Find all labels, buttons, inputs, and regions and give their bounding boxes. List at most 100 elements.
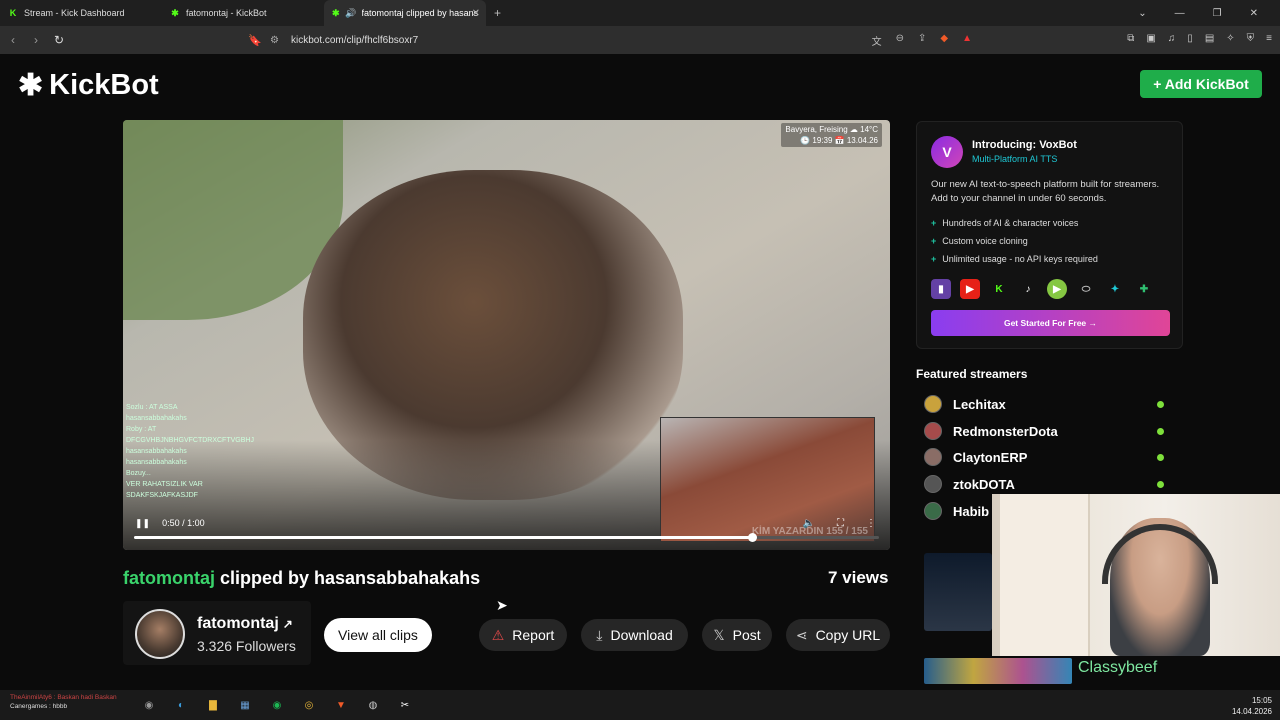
plus-icon: + xyxy=(931,218,937,228)
kick-icon: K xyxy=(995,283,1003,295)
reload-icon[interactable]: ↻ xyxy=(49,33,69,47)
tab-title: fatomontaj - KickBot xyxy=(186,8,267,18)
screenshot-icon[interactable]: ▣ xyxy=(1146,33,1155,44)
kick-favicon-icon: K xyxy=(9,8,17,18)
system-clock[interactable]: 15:05 14.04.2026 xyxy=(1232,695,1272,717)
avatar xyxy=(924,502,942,520)
voxbot-logo-icon: V xyxy=(931,136,963,168)
spotify-icon[interactable]: ◉ xyxy=(268,697,286,713)
share-nodes-icon: ⋖ xyxy=(795,626,808,643)
chrome-color-icon[interactable]: ◎ xyxy=(300,697,318,713)
zoom-icon[interactable]: ⊖ xyxy=(896,33,904,48)
wallet-icon[interactable]: ▤ xyxy=(1205,33,1214,44)
site-info-icon[interactable]: ⚙ xyxy=(270,35,279,46)
get-started-button[interactable]: Get Started For Free → xyxy=(931,310,1170,336)
volume-icon[interactable]: 🔈 xyxy=(803,518,815,529)
new-tab-button[interactable]: + xyxy=(486,6,509,20)
translate-icon[interactable]: 文 xyxy=(872,33,882,48)
featured-streamer[interactable]: ztokDOTA xyxy=(924,474,1164,494)
kickbot-favicon-icon: ✱ xyxy=(171,7,179,18)
headset-icon xyxy=(1102,524,1218,584)
webcam-name-label: Classybeef xyxy=(1078,659,1158,676)
streamer-name: Habib xyxy=(953,503,990,519)
weather-overlay: Bavyera, Freising ☁ 14°C 🕒 19:39 📅 13.04… xyxy=(781,123,882,147)
folder-icon[interactable]: ▇ xyxy=(204,697,222,713)
extensions-icon[interactable]: ⧉ xyxy=(1127,33,1134,44)
mouse-cursor-icon: ➤ xyxy=(496,597,508,613)
progress-bar[interactable] xyxy=(134,533,879,542)
report-button[interactable]: ⚠ Report xyxy=(479,619,567,651)
featured-streamer[interactable]: ClaytonERP xyxy=(924,447,1164,467)
capcut-icon[interactable]: ✂ xyxy=(396,697,414,713)
progress-fill xyxy=(134,536,753,539)
clip-title: fatomontaj clipped by hasansabbahakahs xyxy=(123,568,480,589)
promo-feature: + Unlimited usage - no API keys required xyxy=(931,254,1098,264)
forward-icon[interactable]: › xyxy=(26,33,46,47)
followers-count: 3.326 Followers xyxy=(197,638,296,654)
bookmark-icon[interactable]: 🔖 xyxy=(248,34,262,47)
extension-icons: ⧉ ▣ ♫ ▯ ▤ ✧ ⛨ ≡ xyxy=(1127,33,1272,44)
chat-line: Roby : AT xyxy=(126,426,157,433)
share-icon[interactable]: ⇪ xyxy=(918,33,926,48)
add-kickbot-button[interactable]: + Add KickBot xyxy=(1140,70,1262,98)
clock-date: 14.04.2026 xyxy=(1231,707,1272,716)
video-player[interactable]: Bavyera, Freising ☁ 14°C 🕒 19:39 📅 13.04… xyxy=(123,120,890,550)
menu-icon[interactable]: ≡ xyxy=(1266,33,1272,44)
edge-icon[interactable]: ◐ xyxy=(172,697,190,713)
app-icon[interactable]: ▦ xyxy=(236,697,254,713)
webcam-overlay xyxy=(992,494,1280,656)
tab-clip[interactable]: ✱ 🔊 fatomontaj clipped by hasansabbahaka… xyxy=(324,0,486,26)
kickbot-logo[interactable]: ✱ KickBot xyxy=(18,68,159,103)
music-icon[interactable]: ♫ xyxy=(1168,33,1176,44)
external-link-icon[interactable]: ↗ xyxy=(283,617,293,631)
minimize-icon[interactable]: — xyxy=(1175,8,1185,19)
channel-name[interactable]: fatomontaj ↗ xyxy=(197,615,293,633)
copy-url-button[interactable]: ⋖ Copy URL xyxy=(786,619,890,651)
avatar[interactable] xyxy=(135,609,185,659)
brave-shield-icon[interactable]: ◆ xyxy=(940,33,948,48)
avatar xyxy=(924,422,942,440)
avatar xyxy=(924,448,942,466)
close-icon[interactable]: ✕ xyxy=(472,8,480,19)
leo-icon[interactable]: ✧ xyxy=(1226,33,1234,44)
vpn-icon[interactable]: ⛨ xyxy=(1247,33,1255,44)
back-icon[interactable]: ‹ xyxy=(3,33,23,47)
clip-channel-link[interactable]: fatomontaj xyxy=(123,568,215,588)
channel-card[interactable]: fatomontaj ↗ 3.326 Followers xyxy=(123,601,311,665)
fullscreen-icon[interactable]: ⛶ xyxy=(837,518,844,529)
featured-streamer[interactable]: RedmonsterDota xyxy=(924,421,1164,441)
sidebar-icon[interactable]: ▯ xyxy=(1187,33,1193,44)
brave-icon[interactable]: ▼ xyxy=(332,697,350,713)
restore-icon[interactable]: ❐ xyxy=(1213,8,1222,19)
speaker-icon: 🔊 xyxy=(344,7,357,18)
tiktok-icon: ♪ xyxy=(1025,283,1031,295)
promo-feature-text: Unlimited usage - no API keys required xyxy=(942,254,1098,264)
tab-kick-dashboard[interactable]: K Stream - Kick Dashboard xyxy=(0,0,162,26)
live-dot xyxy=(1157,400,1164,408)
pause-icon[interactable]: ❚❚ xyxy=(135,518,150,529)
more-options-icon[interactable]: ⋮ xyxy=(866,518,876,529)
chrome-icon[interactable]: ◉ xyxy=(140,697,158,713)
pill-icon: ⬭ xyxy=(1081,283,1091,295)
post-button[interactable]: 𝕏 Post xyxy=(702,619,772,651)
featured-streamer[interactable]: Lechitax xyxy=(924,394,1164,414)
chat-line: Bozuy... xyxy=(126,470,151,477)
kickbot-favicon-icon: ✱ xyxy=(332,7,340,18)
chat-line: DFCGVHBJNBHGVFCTDRXCFTVGBHJ xyxy=(126,437,254,444)
close-window-icon[interactable]: ✕ xyxy=(1250,8,1258,19)
rumble-icon: ▶ xyxy=(1047,279,1067,299)
chevron-down-icon[interactable]: ⌄ xyxy=(1138,8,1146,19)
tab-kickbot[interactable]: ✱ fatomontaj - KickBot xyxy=(162,0,324,26)
brave-rewards-icon[interactable]: ▲ xyxy=(962,33,972,48)
stream-chat-overlay: Sozlu : AT ASSA hasansabbahakahs Roby : … xyxy=(126,402,254,501)
channel-name-text: fatomontaj xyxy=(197,615,279,632)
post-label: Post xyxy=(732,627,761,643)
window-controls: ⌄ — ❐ ✕ xyxy=(1138,0,1280,26)
download-button[interactable]: ⤓ Download xyxy=(581,619,688,651)
view-all-clips-button[interactable]: View all clips xyxy=(324,618,432,652)
chat-line: SDAKFSKJAFKASJDF xyxy=(126,492,198,499)
url-text[interactable]: kickbot.com/clip/fhclf6bsoxr7 xyxy=(291,35,418,46)
status-line: TheAinmilAty6 : Baskan hadi Baskan xyxy=(10,694,117,701)
streamer-name: ClaytonERP xyxy=(953,449,1028,465)
obs-icon[interactable]: ◍ xyxy=(364,697,382,713)
